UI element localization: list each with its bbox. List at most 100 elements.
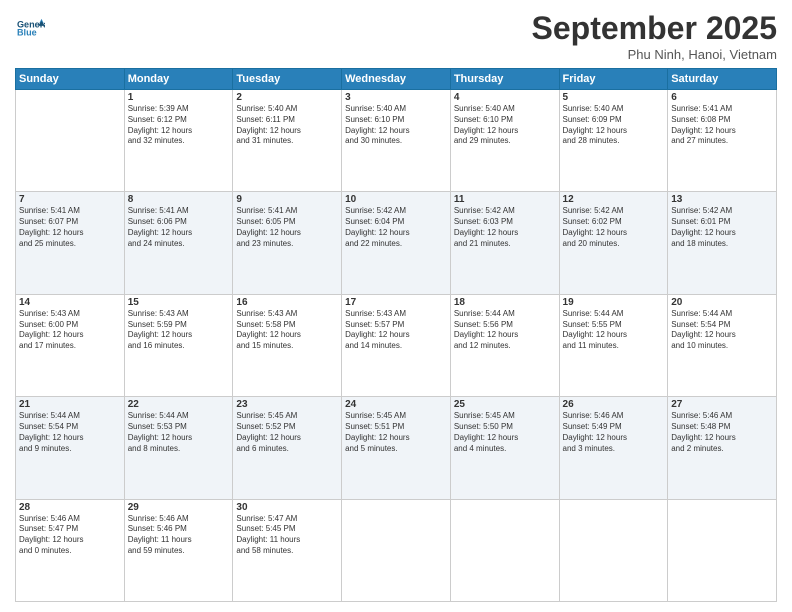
- day-number: 3: [345, 92, 447, 103]
- day-number: 9: [236, 194, 338, 205]
- day-number: 28: [19, 502, 121, 513]
- day-info: Sunrise: 5:44 AM Sunset: 5:56 PM Dayligh…: [454, 309, 556, 352]
- day-info: Sunrise: 5:44 AM Sunset: 5:55 PM Dayligh…: [563, 309, 665, 352]
- day-info: Sunrise: 5:41 AM Sunset: 6:07 PM Dayligh…: [19, 206, 121, 249]
- day-number: 16: [236, 297, 338, 308]
- weekday-header: Friday: [559, 69, 668, 90]
- calendar-cell: 7Sunrise: 5:41 AM Sunset: 6:07 PM Daylig…: [16, 192, 125, 294]
- logo: General Blue: [15, 14, 45, 47]
- calendar-cell: 22Sunrise: 5:44 AM Sunset: 5:53 PM Dayli…: [124, 397, 233, 499]
- day-number: 27: [671, 399, 773, 410]
- day-info: Sunrise: 5:41 AM Sunset: 6:06 PM Dayligh…: [128, 206, 230, 249]
- calendar-cell: 8Sunrise: 5:41 AM Sunset: 6:06 PM Daylig…: [124, 192, 233, 294]
- weekday-header: Monday: [124, 69, 233, 90]
- calendar-cell: 4Sunrise: 5:40 AM Sunset: 6:10 PM Daylig…: [450, 90, 559, 192]
- logo-icon: General Blue: [17, 14, 45, 42]
- day-number: 15: [128, 297, 230, 308]
- day-number: 26: [563, 399, 665, 410]
- day-info: Sunrise: 5:40 AM Sunset: 6:10 PM Dayligh…: [454, 104, 556, 147]
- calendar-body: 1Sunrise: 5:39 AM Sunset: 6:12 PM Daylig…: [16, 90, 777, 602]
- day-number: 12: [563, 194, 665, 205]
- calendar-cell: 11Sunrise: 5:42 AM Sunset: 6:03 PM Dayli…: [450, 192, 559, 294]
- svg-text:Blue: Blue: [17, 28, 37, 38]
- weekday-header: Saturday: [668, 69, 777, 90]
- location: Phu Ninh, Hanoi, Vietnam: [532, 47, 777, 62]
- header: General Blue September 2025 Phu Ninh, Ha…: [15, 10, 777, 62]
- day-info: Sunrise: 5:45 AM Sunset: 5:51 PM Dayligh…: [345, 411, 447, 454]
- day-number: 24: [345, 399, 447, 410]
- calendar-cell: 29Sunrise: 5:46 AM Sunset: 5:46 PM Dayli…: [124, 499, 233, 601]
- day-number: 7: [19, 194, 121, 205]
- calendar-cell: 15Sunrise: 5:43 AM Sunset: 5:59 PM Dayli…: [124, 294, 233, 396]
- day-number: 30: [236, 502, 338, 513]
- day-number: 19: [563, 297, 665, 308]
- day-info: Sunrise: 5:43 AM Sunset: 5:58 PM Dayligh…: [236, 309, 338, 352]
- calendar-cell: 21Sunrise: 5:44 AM Sunset: 5:54 PM Dayli…: [16, 397, 125, 499]
- calendar-cell: 9Sunrise: 5:41 AM Sunset: 6:05 PM Daylig…: [233, 192, 342, 294]
- day-number: 8: [128, 194, 230, 205]
- day-number: 21: [19, 399, 121, 410]
- month-title: September 2025: [532, 10, 777, 47]
- calendar-cell: 12Sunrise: 5:42 AM Sunset: 6:02 PM Dayli…: [559, 192, 668, 294]
- calendar-cell: 26Sunrise: 5:46 AM Sunset: 5:49 PM Dayli…: [559, 397, 668, 499]
- day-number: 14: [19, 297, 121, 308]
- calendar-cell: 1Sunrise: 5:39 AM Sunset: 6:12 PM Daylig…: [124, 90, 233, 192]
- calendar-week-row: 7Sunrise: 5:41 AM Sunset: 6:07 PM Daylig…: [16, 192, 777, 294]
- day-info: Sunrise: 5:42 AM Sunset: 6:03 PM Dayligh…: [454, 206, 556, 249]
- day-info: Sunrise: 5:42 AM Sunset: 6:01 PM Dayligh…: [671, 206, 773, 249]
- day-info: Sunrise: 5:39 AM Sunset: 6:12 PM Dayligh…: [128, 104, 230, 147]
- calendar-cell: 10Sunrise: 5:42 AM Sunset: 6:04 PM Dayli…: [342, 192, 451, 294]
- day-number: 2: [236, 92, 338, 103]
- calendar-cell: 13Sunrise: 5:42 AM Sunset: 6:01 PM Dayli…: [668, 192, 777, 294]
- day-info: Sunrise: 5:46 AM Sunset: 5:48 PM Dayligh…: [671, 411, 773, 454]
- day-info: Sunrise: 5:44 AM Sunset: 5:54 PM Dayligh…: [19, 411, 121, 454]
- day-number: 5: [563, 92, 665, 103]
- calendar-cell: 27Sunrise: 5:46 AM Sunset: 5:48 PM Dayli…: [668, 397, 777, 499]
- day-info: Sunrise: 5:42 AM Sunset: 6:04 PM Dayligh…: [345, 206, 447, 249]
- calendar-header-row: SundayMondayTuesdayWednesdayThursdayFrid…: [16, 69, 777, 90]
- calendar-cell: 17Sunrise: 5:43 AM Sunset: 5:57 PM Dayli…: [342, 294, 451, 396]
- calendar-cell: [342, 499, 451, 601]
- day-info: Sunrise: 5:47 AM Sunset: 5:45 PM Dayligh…: [236, 514, 338, 557]
- day-info: Sunrise: 5:45 AM Sunset: 5:52 PM Dayligh…: [236, 411, 338, 454]
- day-number: 17: [345, 297, 447, 308]
- day-number: 22: [128, 399, 230, 410]
- day-info: Sunrise: 5:46 AM Sunset: 5:47 PM Dayligh…: [19, 514, 121, 557]
- day-number: 29: [128, 502, 230, 513]
- calendar-table: SundayMondayTuesdayWednesdayThursdayFrid…: [15, 68, 777, 602]
- day-info: Sunrise: 5:40 AM Sunset: 6:10 PM Dayligh…: [345, 104, 447, 147]
- calendar-cell: 20Sunrise: 5:44 AM Sunset: 5:54 PM Dayli…: [668, 294, 777, 396]
- calendar-week-row: 21Sunrise: 5:44 AM Sunset: 5:54 PM Dayli…: [16, 397, 777, 499]
- day-info: Sunrise: 5:41 AM Sunset: 6:08 PM Dayligh…: [671, 104, 773, 147]
- day-info: Sunrise: 5:46 AM Sunset: 5:46 PM Dayligh…: [128, 514, 230, 557]
- day-number: 23: [236, 399, 338, 410]
- title-block: September 2025 Phu Ninh, Hanoi, Vietnam: [532, 10, 777, 62]
- calendar-cell: 2Sunrise: 5:40 AM Sunset: 6:11 PM Daylig…: [233, 90, 342, 192]
- calendar-cell: [450, 499, 559, 601]
- day-number: 4: [454, 92, 556, 103]
- calendar-week-row: 14Sunrise: 5:43 AM Sunset: 6:00 PM Dayli…: [16, 294, 777, 396]
- page: General Blue September 2025 Phu Ninh, Ha…: [0, 0, 792, 612]
- calendar-cell: [16, 90, 125, 192]
- calendar-cell: 28Sunrise: 5:46 AM Sunset: 5:47 PM Dayli…: [16, 499, 125, 601]
- day-info: Sunrise: 5:43 AM Sunset: 5:57 PM Dayligh…: [345, 309, 447, 352]
- calendar-cell: [559, 499, 668, 601]
- calendar-cell: 16Sunrise: 5:43 AM Sunset: 5:58 PM Dayli…: [233, 294, 342, 396]
- calendar-week-row: 28Sunrise: 5:46 AM Sunset: 5:47 PM Dayli…: [16, 499, 777, 601]
- calendar-week-row: 1Sunrise: 5:39 AM Sunset: 6:12 PM Daylig…: [16, 90, 777, 192]
- day-number: 25: [454, 399, 556, 410]
- weekday-header: Sunday: [16, 69, 125, 90]
- calendar-cell: 5Sunrise: 5:40 AM Sunset: 6:09 PM Daylig…: [559, 90, 668, 192]
- day-info: Sunrise: 5:43 AM Sunset: 6:00 PM Dayligh…: [19, 309, 121, 352]
- day-number: 20: [671, 297, 773, 308]
- weekday-header: Tuesday: [233, 69, 342, 90]
- day-info: Sunrise: 5:41 AM Sunset: 6:05 PM Dayligh…: [236, 206, 338, 249]
- calendar-cell: 30Sunrise: 5:47 AM Sunset: 5:45 PM Dayli…: [233, 499, 342, 601]
- calendar-cell: 25Sunrise: 5:45 AM Sunset: 5:50 PM Dayli…: [450, 397, 559, 499]
- calendar-cell: 14Sunrise: 5:43 AM Sunset: 6:00 PM Dayli…: [16, 294, 125, 396]
- day-info: Sunrise: 5:40 AM Sunset: 6:09 PM Dayligh…: [563, 104, 665, 147]
- calendar-cell: 6Sunrise: 5:41 AM Sunset: 6:08 PM Daylig…: [668, 90, 777, 192]
- day-info: Sunrise: 5:44 AM Sunset: 5:53 PM Dayligh…: [128, 411, 230, 454]
- day-info: Sunrise: 5:40 AM Sunset: 6:11 PM Dayligh…: [236, 104, 338, 147]
- day-info: Sunrise: 5:44 AM Sunset: 5:54 PM Dayligh…: [671, 309, 773, 352]
